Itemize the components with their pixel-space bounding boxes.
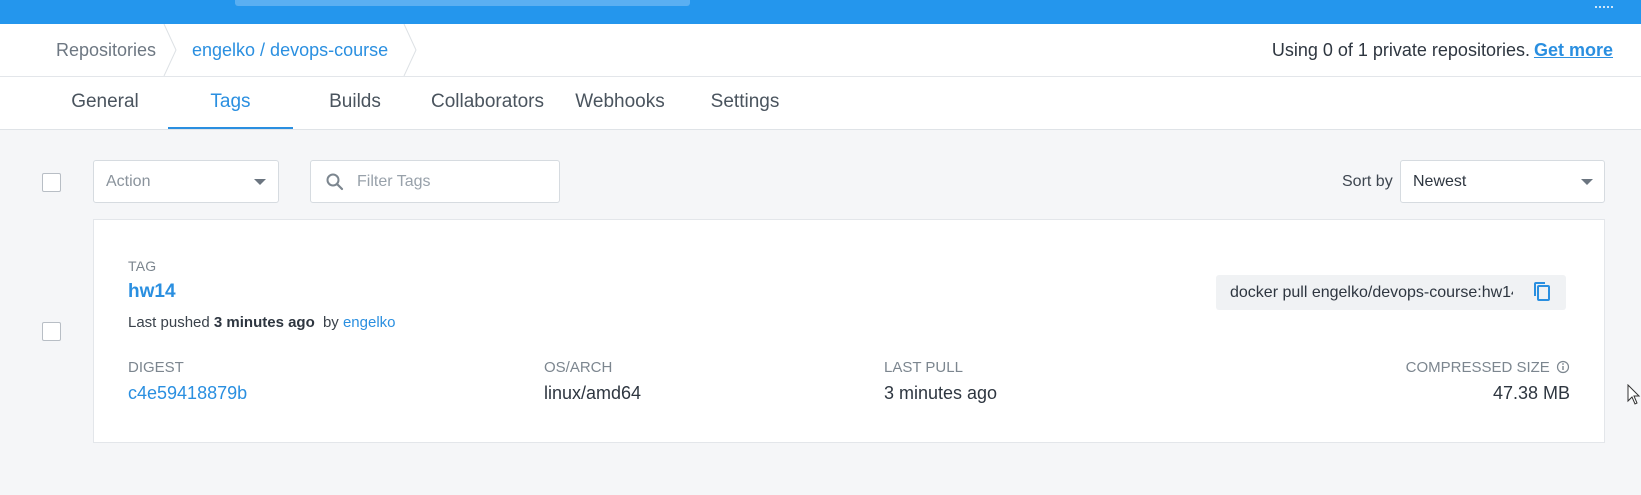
action-dropdown-label: Action	[106, 173, 151, 190]
action-dropdown[interactable]: Action	[93, 160, 279, 203]
os-arch-value: linux/amd64	[544, 383, 642, 403]
info-icon[interactable]	[1556, 360, 1570, 378]
os-arch-label: OS/ARCH	[544, 359, 613, 376]
last-pull-label: LAST PULL	[884, 359, 963, 376]
get-more-link[interactable]: Get more	[1534, 40, 1613, 60]
last-pull-value: 3 minutes ago	[884, 383, 998, 403]
last-pushed-time: 3 minutes ago	[213, 314, 315, 331]
tag-name-link[interactable]: hw14	[128, 281, 176, 303]
user-menu-icon[interactable]	[1595, 0, 1613, 8]
breadcrumb-repo-link[interactable]: engelko / devops-course	[192, 24, 388, 76]
repo-tabs: General Tags Builds Collaborators Webhoo…	[0, 77, 1641, 130]
tab-settings[interactable]: Settings	[700, 77, 790, 129]
search-icon	[325, 172, 345, 197]
tag-row-checkbox[interactable]	[42, 322, 61, 341]
digest-label: DIGEST	[128, 359, 184, 376]
tab-tags[interactable]: Tags	[168, 77, 293, 129]
breadcrumb-separator-icon	[162, 24, 182, 76]
last-pushed-info: Last pushed 3 minutes ago by engelko	[128, 314, 396, 331]
compressed-size-label: COMPRESSED SIZE	[1405, 359, 1550, 376]
by-label: by	[322, 314, 339, 331]
chevron-down-icon	[1581, 179, 1593, 185]
breadcrumb-separator-icon	[402, 24, 422, 76]
breadcrumb: Repositories engelko / devops-course Usi…	[0, 24, 1641, 77]
tag-label: TAG	[128, 258, 157, 274]
copy-icon[interactable]	[1532, 281, 1552, 308]
mouse-cursor-icon	[1627, 383, 1641, 411]
docker-pull-command-text: docker pull engelko/devops-course:hw14	[1230, 284, 1513, 301]
global-search-field[interactable]	[235, 0, 690, 6]
tab-collaborators[interactable]: Collaborators	[425, 77, 550, 129]
sort-by-label: Sort by	[1342, 173, 1393, 190]
top-nav-bar	[0, 0, 1641, 24]
docker-pull-command: docker pull engelko/devops-course:hw14	[1216, 275, 1566, 310]
filter-tags-input[interactable]: Filter Tags	[310, 160, 560, 203]
select-all-checkbox[interactable]	[42, 173, 61, 192]
pushed-by-user-link[interactable]: engelko	[343, 314, 396, 331]
tag-card: TAG hw14 Last pushed 3 minutes ago by en…	[93, 219, 1605, 443]
tab-general[interactable]: General	[60, 77, 150, 129]
tab-builds[interactable]: Builds	[310, 77, 400, 129]
last-pushed-prefix: Last pushed	[128, 314, 210, 331]
tab-webhooks[interactable]: Webhooks	[570, 77, 670, 129]
breadcrumb-repositories-link[interactable]: Repositories	[56, 24, 156, 76]
sort-dropdown[interactable]: Newest	[1400, 160, 1605, 203]
digest-link[interactable]: c4e59418879b	[128, 383, 247, 404]
compressed-size-header: COMPRESSED SIZE	[1406, 359, 1570, 378]
private-repo-usage: Using 0 of 1 private repositories. Get mo…	[1272, 24, 1613, 76]
filter-tags-placeholder: Filter Tags	[357, 173, 431, 190]
compressed-size-value: 47.38 MB	[1492, 383, 1570, 403]
chevron-down-icon	[254, 179, 266, 185]
sort-dropdown-value: Newest	[1413, 173, 1467, 190]
private-repo-usage-text: Using 0 of 1 private repositories.	[1271, 40, 1530, 60]
